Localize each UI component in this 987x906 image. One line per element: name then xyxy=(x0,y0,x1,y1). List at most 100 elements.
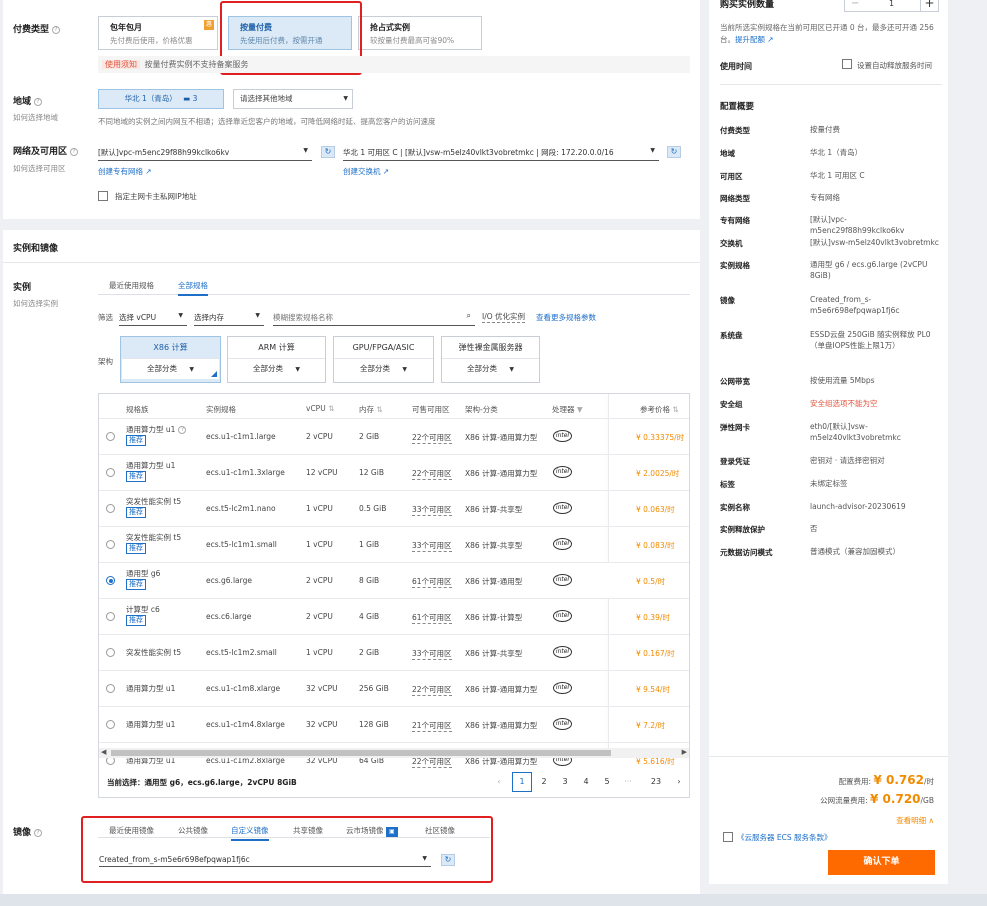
table-row[interactable]: 通用算力型 u1 ecs.u1-c1m4.8xlarge 32 vCPU 128 Gi… xyxy=(99,706,689,742)
scroll-right-icon[interactable]: ▶ xyxy=(682,748,687,756)
vpc-select[interactable]: [默认]vpc-m5enc29f88h99kclko6kv ▼ xyxy=(98,147,312,161)
spec-table: 规格族 实例规格 vCPU ⇅ 内存 ⇅ 可售可用区 架构-分类 处理器 ▼ 参… xyxy=(98,393,690,798)
terms-link[interactable]: 《云服务器 ECS 服务条款》 xyxy=(737,832,832,843)
horizontal-scrollbar[interactable]: ◀ ▶ xyxy=(99,748,689,758)
zones-cell[interactable]: 22个可用区 xyxy=(412,432,452,444)
increment-button[interactable]: + xyxy=(920,0,938,12)
memory-cell: 12 GiB xyxy=(359,468,384,477)
next-page-icon[interactable]: › xyxy=(669,772,689,792)
refresh-icon[interactable]: ↻ xyxy=(321,146,335,158)
instance-help[interactable]: 如何选择实例 xyxy=(13,298,58,309)
arch-category-select[interactable]: 全部分类 ▼ xyxy=(442,359,539,379)
prev-page-icon[interactable]: ‹ xyxy=(489,772,509,792)
qty-stepper[interactable]: − 1 + xyxy=(844,0,939,12)
specify-ip-checkbox[interactable] xyxy=(98,191,108,201)
search-icon[interactable]: ⌕ xyxy=(467,311,471,321)
table-row[interactable]: 通用算力型 u1? 推荐 ecs.u1-c1m1.large 2 vCPU 2 GiB 2… xyxy=(99,418,689,454)
decrement-button[interactable]: − xyxy=(851,0,859,9)
create-vpc-link[interactable]: 创建专有网络 ↗ xyxy=(98,166,152,177)
memory-select[interactable]: 选择内存 ▼ xyxy=(194,312,264,326)
zones-cell[interactable]: 22个可用区 xyxy=(412,684,452,696)
billing-option-spot[interactable]: 抢占式实例 较按量付费最高可省90% xyxy=(358,16,482,50)
scroll-left-icon[interactable]: ◀ xyxy=(101,748,106,756)
table-row[interactable]: 突发性能实例 t5 推荐 ecs.t5-lc1m1.small 1 vCPU 1 GiB… xyxy=(99,526,689,562)
page-number[interactable]: 3 xyxy=(555,772,575,792)
table-row[interactable]: 通用算力型 u1 推荐 ecs.u1-c1m1.3xlarge 12 vCPU 12 G… xyxy=(99,454,689,490)
col-price[interactable]: 参考价格 ⇅ xyxy=(640,404,679,415)
col-vcpu[interactable]: vCPU ⇅ xyxy=(306,404,334,413)
zones-cell[interactable]: 21个可用区 xyxy=(412,720,452,732)
row-radio[interactable] xyxy=(106,504,115,513)
scroll-thumb[interactable] xyxy=(111,750,611,756)
arch-category-select[interactable]: 全部分类 ▼ xyxy=(334,359,433,379)
tab-all-specs[interactable]: 全部规格 xyxy=(178,280,208,296)
vcpu-select[interactable]: 选择 vCPU ▼ xyxy=(119,312,187,326)
col-processor[interactable]: 处理器 ▼ xyxy=(552,404,583,415)
row-radio[interactable] xyxy=(106,576,115,585)
auto-release-checkbox[interactable] xyxy=(842,59,852,69)
arch-x86[interactable]: X86 计算 全部分类 ▼ xyxy=(120,336,221,383)
qty-value[interactable]: 1 xyxy=(889,0,894,8)
help-icon[interactable]: ? xyxy=(34,97,43,106)
terms-checkbox[interactable] xyxy=(723,832,733,842)
row-radio[interactable] xyxy=(106,468,115,477)
page-number[interactable]: 2 xyxy=(534,772,554,792)
table-row[interactable]: 通用型 g6 推荐 ecs.g6.large 2 vCPU 8 GiB 61个可用区 X86… xyxy=(99,562,689,598)
arch-bare-metal[interactable]: 弹性裸金属服务器 全部分类 ▼ xyxy=(441,336,540,383)
spec-cell: ecs.t5-lc2m1.nano xyxy=(206,504,276,513)
region-help[interactable]: 如何选择地域 xyxy=(13,112,58,123)
vcpu-cell: 1 vCPU xyxy=(306,540,333,549)
help-icon[interactable]: ? xyxy=(70,147,79,156)
zones-cell[interactable]: 61个可用区 xyxy=(412,576,452,588)
row-radio[interactable] xyxy=(106,684,115,693)
table-row[interactable]: 突发性能实例 t5 推荐 ecs.t5-lc2m1.nano 1 vCPU 0.5 Gi… xyxy=(99,490,689,526)
page-number[interactable]: 23 xyxy=(646,772,666,792)
overview-key: 实例名称 xyxy=(720,503,750,512)
search-placeholder: 模糊搜索规格名称 xyxy=(273,313,333,322)
image-label: 镜像? xyxy=(13,825,43,838)
spec-search-input[interactable]: 模糊搜索规格名称 ⌕ xyxy=(273,311,475,326)
detail-link[interactable]: 查看明细 ∧ xyxy=(896,815,934,826)
page-number[interactable]: 1 xyxy=(512,772,532,792)
col-memory[interactable]: 内存 ⇅ xyxy=(359,404,383,415)
arch-category-select[interactable]: 全部分类 ▼ xyxy=(122,359,219,379)
network-help[interactable]: 如何选择可用区 xyxy=(13,163,66,174)
zones-cell[interactable]: 61个可用区 xyxy=(412,612,452,624)
arch-cell: X86 计算-共享型 xyxy=(465,541,523,550)
more-params-link[interactable]: 查看更多规格参数 xyxy=(536,312,596,323)
zones-cell[interactable]: 33个可用区 xyxy=(412,648,452,660)
table-row[interactable]: 计算型 c6 推荐 ecs.c6.large 2 vCPU 4 GiB 61个可用区 X86… xyxy=(99,598,689,634)
overview-key: 系统盘 xyxy=(720,331,743,340)
arch-name: ARM 计算 xyxy=(228,337,325,359)
table-row[interactable]: 突发性能实例 t5 ecs.t5-lc1m2.small 1 vCPU 2 GiB 33… xyxy=(99,634,689,670)
page-ellipsis[interactable]: ··· xyxy=(618,772,638,792)
table-row[interactable]: 通用算力型 u1 ecs.u1-c1m8.xlarge 32 vCPU 256 GiB… xyxy=(99,670,689,706)
quota-link[interactable]: 提升配额 xyxy=(735,35,765,44)
submit-button[interactable]: 确认下单 xyxy=(828,850,935,875)
page-number[interactable]: 5 xyxy=(597,772,617,792)
help-icon[interactable]: ? xyxy=(34,828,43,837)
intel-icon: intel xyxy=(553,466,572,478)
arch-category-select[interactable]: 全部分类 ▼ xyxy=(228,359,325,379)
row-radio[interactable] xyxy=(106,612,115,621)
highlight-box xyxy=(81,816,493,883)
billing-option-subscription[interactable]: 包年包月 先付费后使用，价格优惠 惠 xyxy=(98,16,218,50)
other-region-select[interactable]: 请选择其他地域 ▼ xyxy=(233,89,353,109)
row-radio[interactable] xyxy=(106,540,115,549)
tab-recent-specs[interactable]: 最近使用规格 xyxy=(109,280,154,291)
help-icon[interactable]: ? xyxy=(52,25,61,34)
page-number[interactable]: 4 xyxy=(576,772,596,792)
row-radio[interactable] xyxy=(106,720,115,729)
help-icon[interactable]: ? xyxy=(178,426,187,434)
zones-cell[interactable]: 22个可用区 xyxy=(412,468,452,480)
vswitch-select[interactable]: 华北 1 可用区 C | [默认]vsw-m5elz40vlkt3vobretm… xyxy=(343,147,659,161)
region-selected[interactable]: 华北 1（青岛） ▬ 3 xyxy=(98,89,224,109)
row-radio[interactable] xyxy=(106,432,115,441)
arch-gpu[interactable]: GPU/FPGA/ASIC 全部分类 ▼ xyxy=(333,336,434,383)
zones-cell[interactable]: 33个可用区 xyxy=(412,540,452,552)
arch-arm[interactable]: ARM 计算 全部分类 ▼ xyxy=(227,336,326,383)
refresh-icon[interactable]: ↻ xyxy=(667,146,681,158)
zones-cell[interactable]: 33个可用区 xyxy=(412,504,452,516)
create-vswitch-link[interactable]: 创建交换机 ↗ xyxy=(343,166,389,177)
row-radio[interactable] xyxy=(106,648,115,657)
